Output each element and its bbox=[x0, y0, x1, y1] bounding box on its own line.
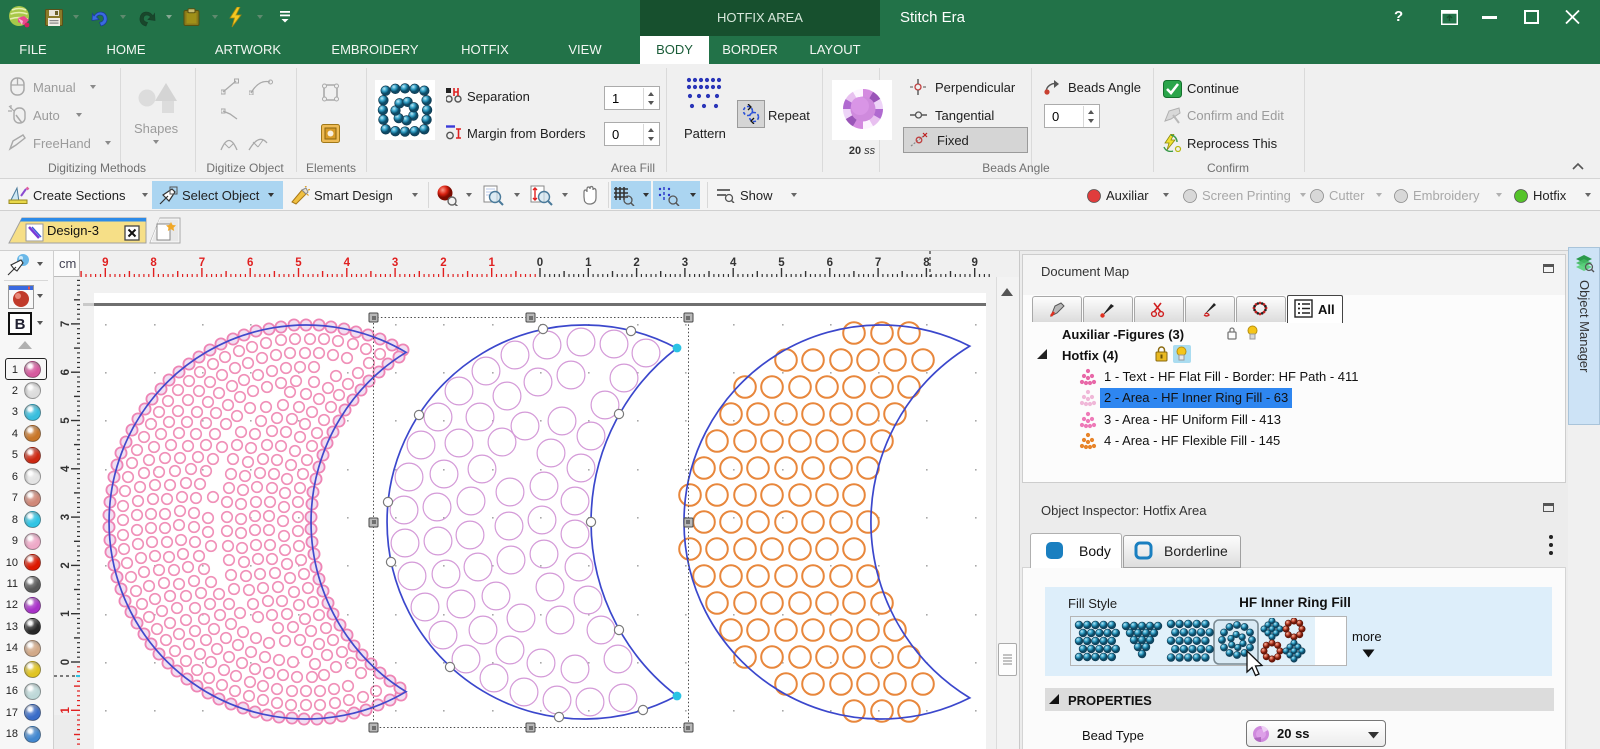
svg-text:1: 1 bbox=[585, 257, 592, 269]
svg-text:4: 4 bbox=[344, 257, 351, 269]
svg-text:B: B bbox=[15, 316, 26, 333]
svg-text:9: 9 bbox=[971, 257, 977, 269]
svg-text:8: 8 bbox=[923, 257, 930, 269]
svg-text:3: 3 bbox=[682, 257, 688, 269]
svg-text:7: 7 bbox=[60, 321, 72, 327]
svg-text:5: 5 bbox=[778, 257, 785, 269]
svg-text:4: 4 bbox=[60, 465, 72, 472]
svg-text:8: 8 bbox=[150, 257, 157, 269]
svg-text:7: 7 bbox=[875, 257, 881, 269]
svg-text:3: 3 bbox=[60, 514, 72, 520]
svg-text:5: 5 bbox=[60, 417, 72, 424]
svg-text:0: 0 bbox=[537, 257, 543, 269]
svg-text:2: 2 bbox=[440, 257, 446, 269]
svg-text:4: 4 bbox=[730, 257, 737, 269]
svg-text:6: 6 bbox=[60, 369, 72, 375]
svg-text:6: 6 bbox=[247, 257, 253, 269]
svg-text:1: 1 bbox=[488, 257, 495, 269]
svg-text:0: 0 bbox=[60, 659, 72, 665]
svg-text:6: 6 bbox=[827, 257, 833, 269]
svg-text:7: 7 bbox=[199, 257, 205, 269]
svg-text:5: 5 bbox=[295, 257, 302, 269]
svg-text:9: 9 bbox=[102, 257, 108, 269]
svg-text:3: 3 bbox=[392, 257, 398, 269]
svg-text:2: 2 bbox=[60, 562, 72, 568]
svg-text:2: 2 bbox=[633, 257, 639, 269]
svg-text:1: 1 bbox=[60, 707, 72, 714]
svg-text:1: 1 bbox=[60, 610, 72, 617]
